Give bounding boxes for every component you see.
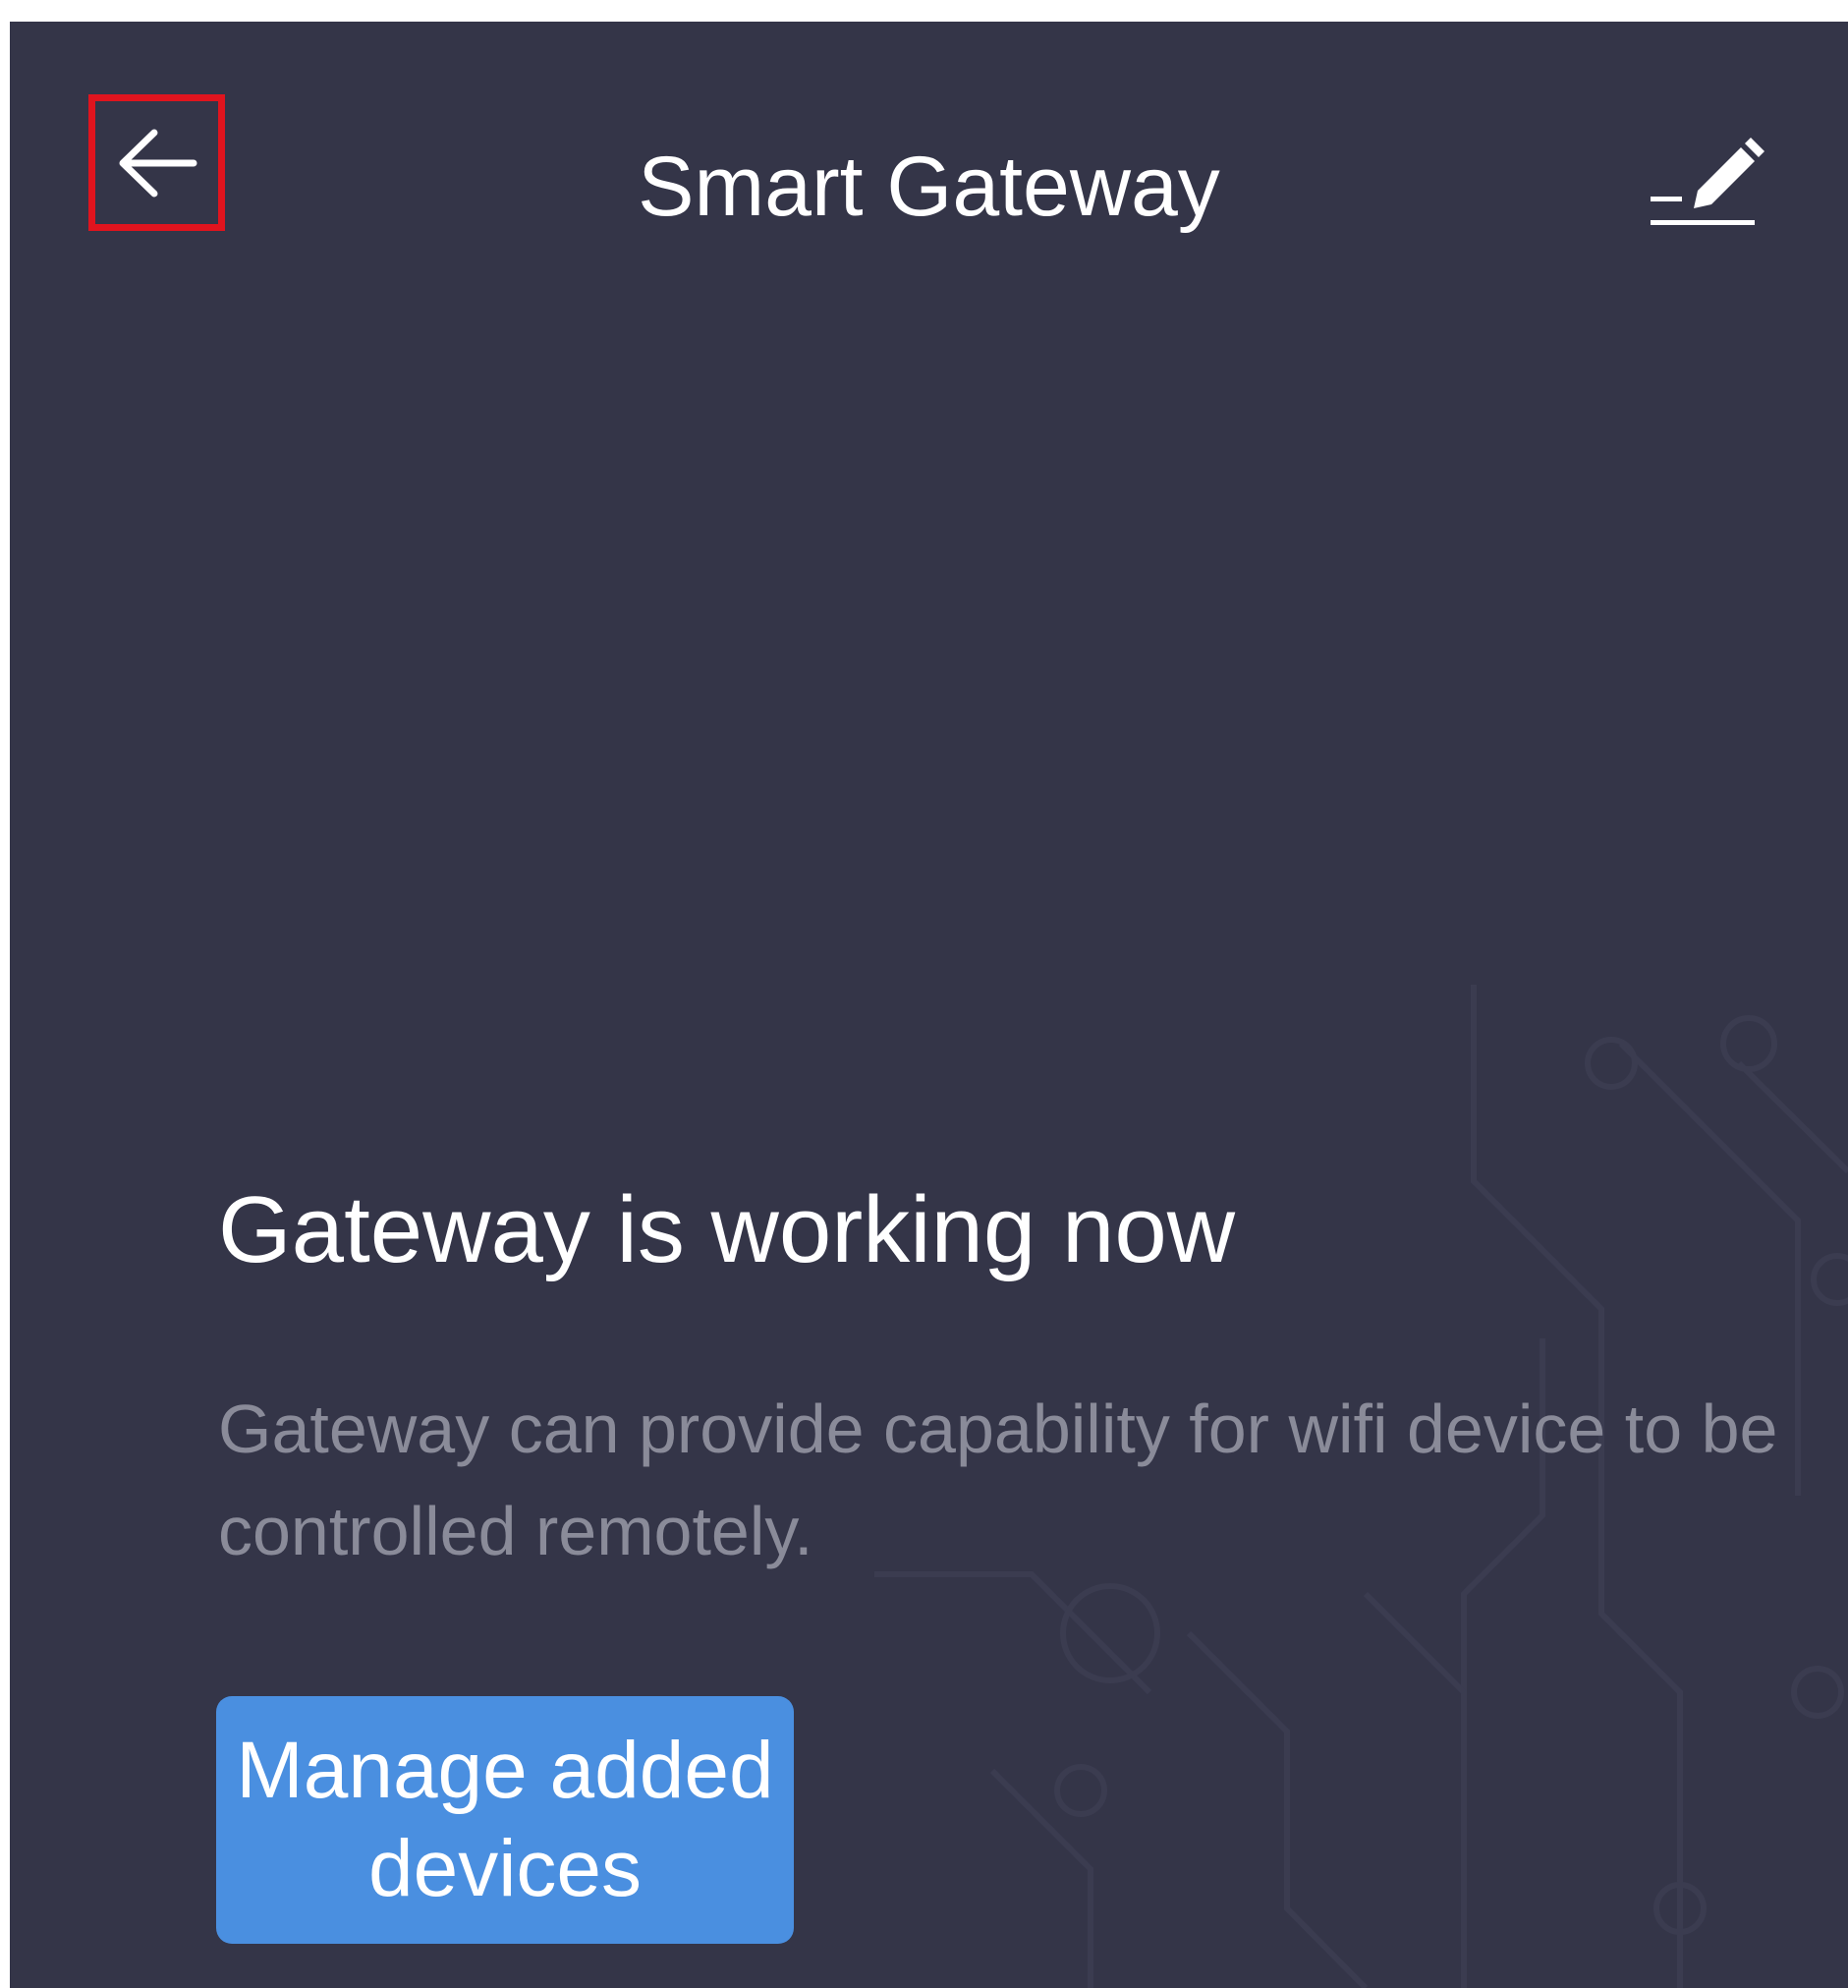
- status-headline: Gateway is working now: [218, 1177, 1236, 1282]
- manage-button-label: Manage added devices: [236, 1726, 774, 1913]
- pencil-icon: [1651, 138, 1764, 225]
- edit-button[interactable]: [1641, 112, 1768, 240]
- manage-added-devices-button[interactable]: Manage added devices: [216, 1696, 794, 1944]
- status-description: Gateway can provide capability for wifi …: [218, 1391, 1778, 1569]
- circuit-background-decoration: [874, 985, 1848, 1988]
- app-screen: Smart Gateway Gateway is working now Gat…: [10, 22, 1848, 1988]
- page-title: Smart Gateway: [638, 140, 1220, 234]
